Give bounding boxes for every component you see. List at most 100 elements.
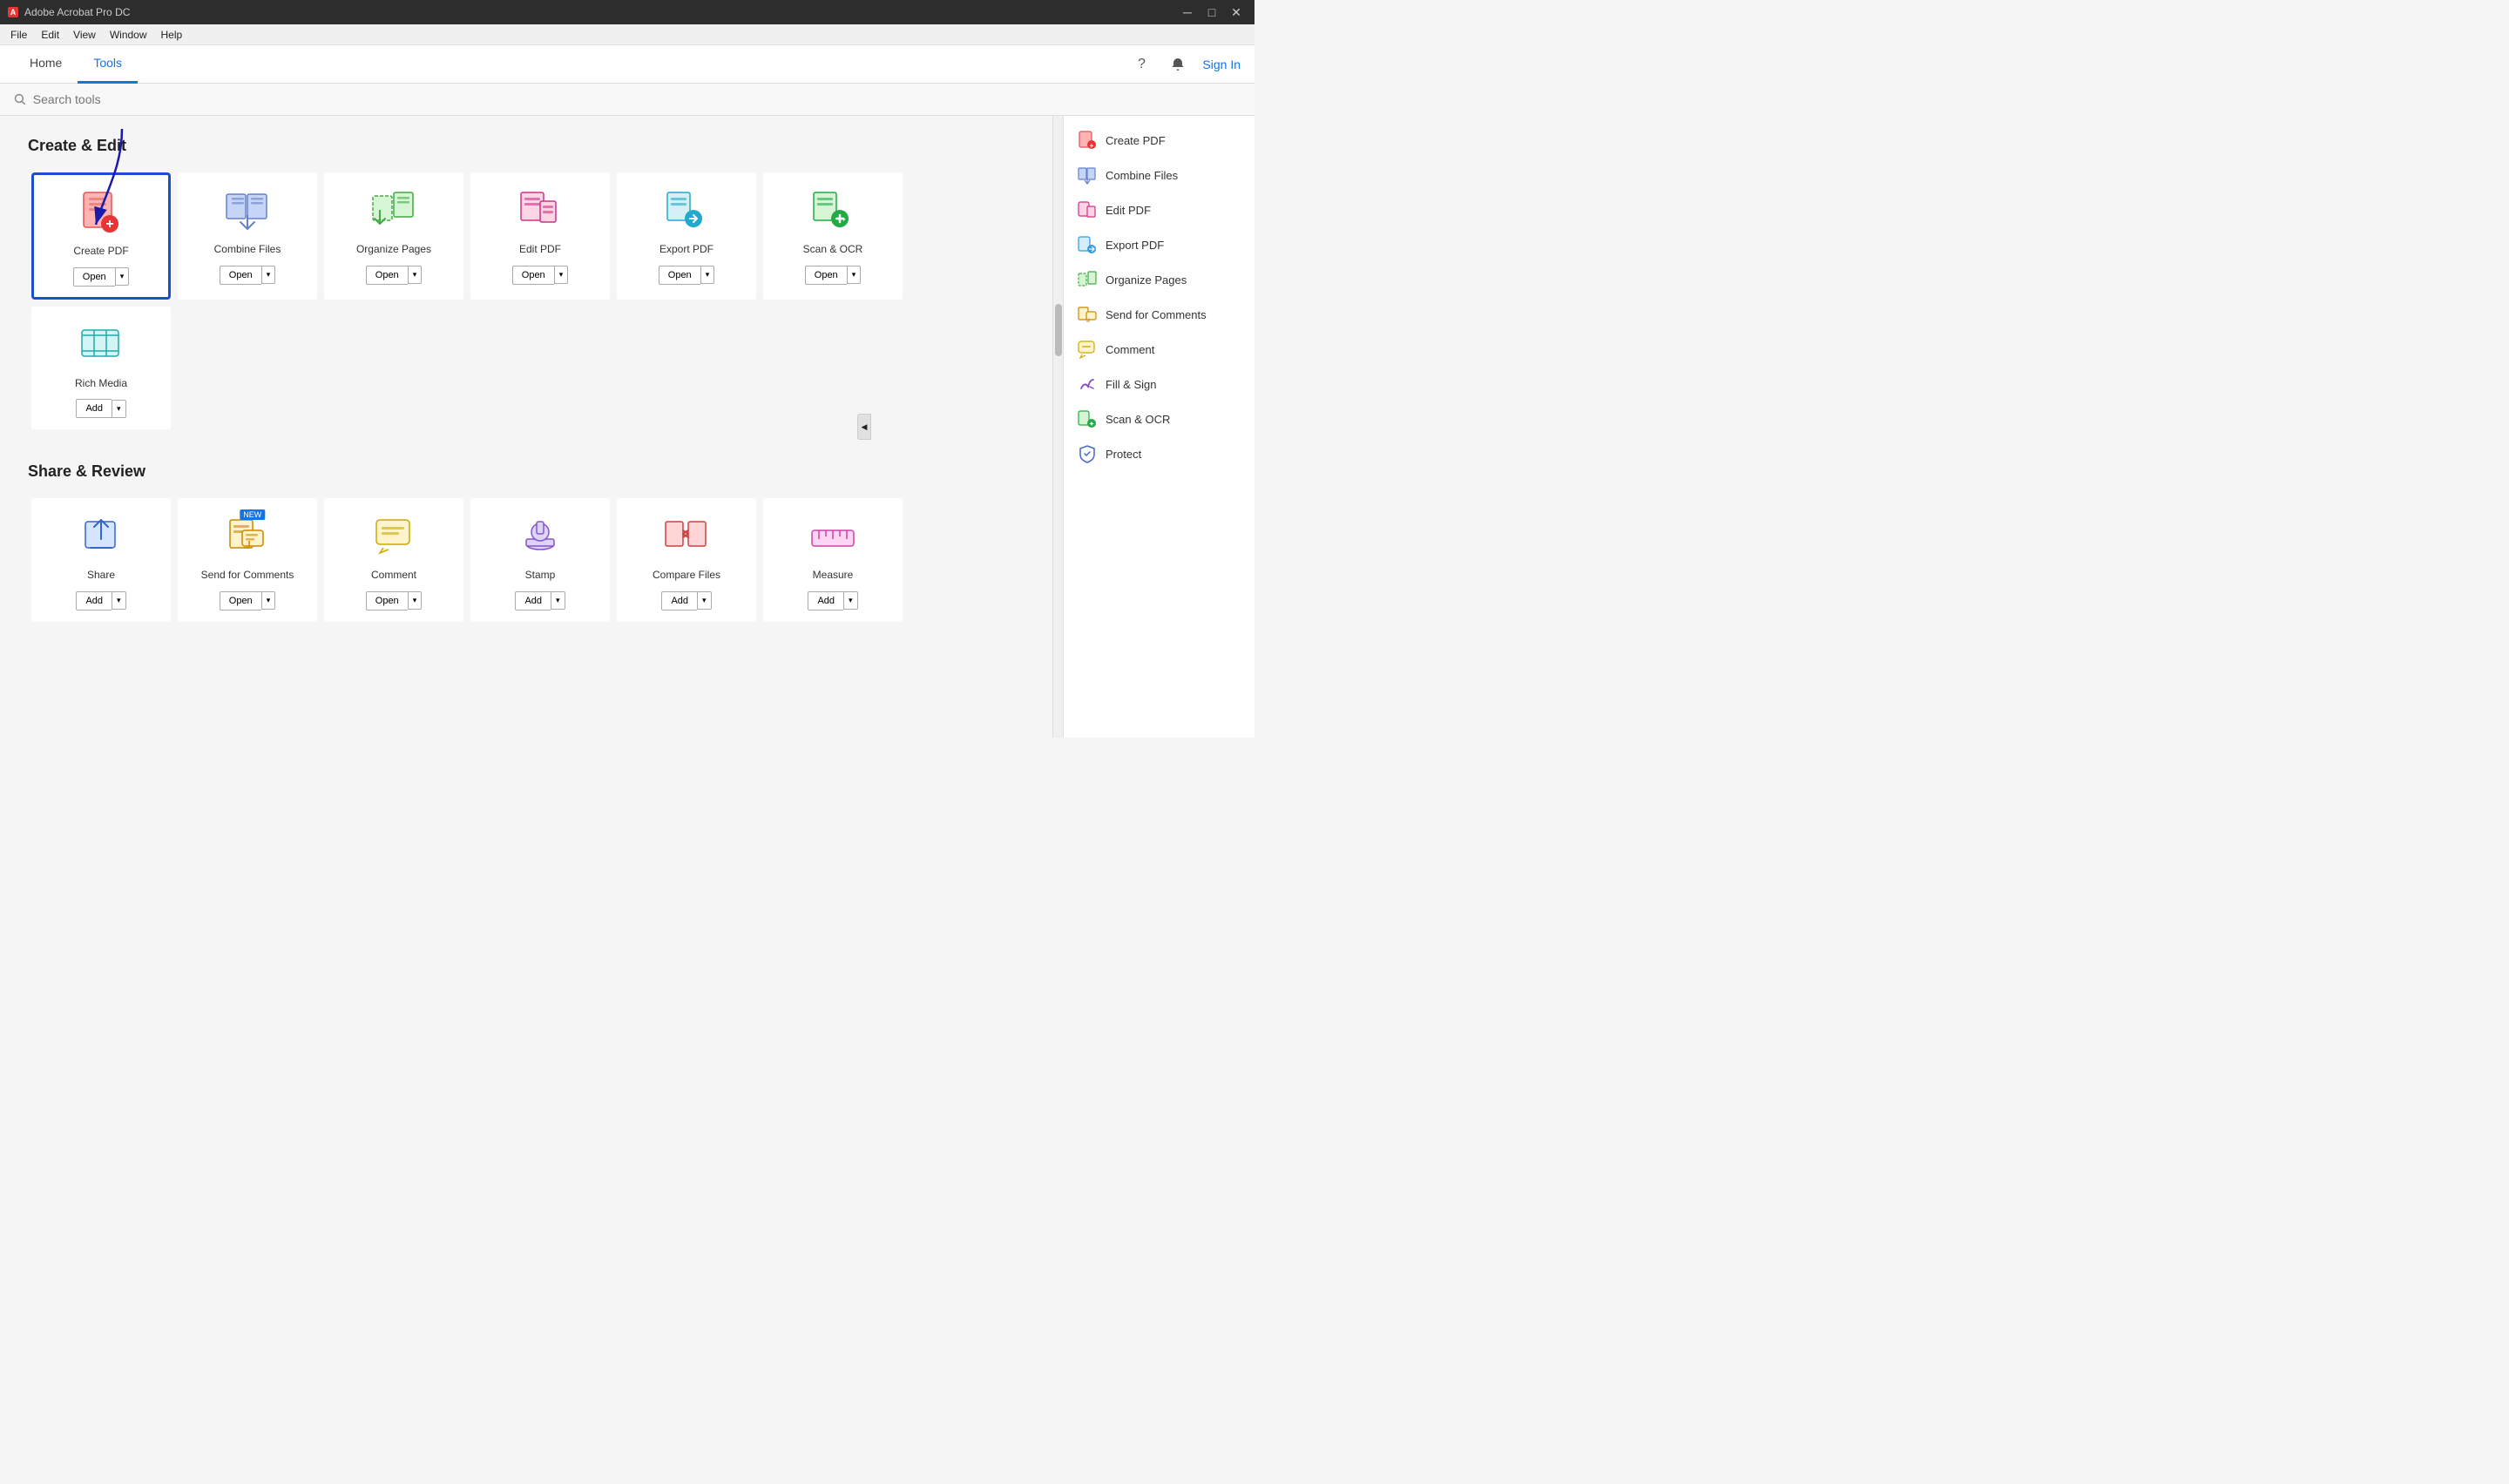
sidebar-item-fill-sign[interactable]: Fill & Sign [1064,367,1254,401]
rich-media-dropdown-button[interactable]: ▾ [112,400,126,418]
rich-media-add-button[interactable]: Add [76,399,112,418]
export-pdf-sidebar-icon [1078,235,1097,254]
menu-view[interactable]: View [66,24,103,45]
edit-pdf-label: Edit PDF [519,243,561,257]
share-review-section: Share & Review Share Add [28,462,1025,629]
collapse-sidebar-button[interactable]: ◀ [857,414,871,440]
share-label: Share [87,569,115,583]
title-bar: A Adobe Acrobat Pro DC ─ □ ✕ [0,0,1254,24]
compare-files-add-button[interactable]: Add [661,591,697,610]
sidebar-item-send-comments[interactable]: Send for Comments [1064,297,1254,332]
sidebar-item-protect[interactable]: Protect [1064,436,1254,471]
fill-sign-sidebar-icon [1078,374,1097,394]
sidebar-item-combine-files[interactable]: Combine Files [1064,158,1254,192]
edit-pdf-open-button[interactable]: Open [512,266,554,285]
menu-window[interactable]: Window [103,24,154,45]
measure-icon [805,513,861,562]
send-comments-icon [220,513,275,562]
sidebar-label-edit-pdf: Edit PDF [1106,204,1151,217]
scan-ocr-open-button[interactable]: Open [805,266,847,285]
create-pdf-dropdown-button[interactable]: ▾ [115,267,130,286]
svg-text:✦: ✦ [1089,421,1094,428]
share-icon [73,513,129,562]
create-pdf-open-button[interactable]: Open [73,267,115,287]
tool-card-scan-ocr: ✦✦ Scan & OCR Open ▾ [763,172,903,300]
sidebar-item-create-pdf[interactable]: + Create PDF [1064,123,1254,158]
tool-card-export-pdf: Export PDF Open ▾ [617,172,756,300]
create-edit-section: Create & Edit + Create PDF [28,137,1025,436]
sidebar-label-organize-pages: Organize Pages [1106,273,1187,287]
tab-home[interactable]: Home [14,45,78,84]
combine-files-dropdown-button[interactable]: ▾ [261,266,276,284]
stamp-dropdown-button[interactable]: ▾ [551,591,565,610]
sidebar-item-comment[interactable]: Comment [1064,332,1254,367]
share-dropdown-button[interactable]: ▾ [112,591,126,610]
search-bar [0,84,1254,116]
organize-pages-sidebar-icon [1078,270,1097,289]
measure-add-button[interactable]: Add [808,591,843,610]
export-pdf-label: Export PDF [659,243,713,257]
share-btn-group: Add ▾ [76,591,125,610]
create-pdf-label: Create PDF [73,245,128,259]
export-pdf-dropdown-button[interactable]: ▾ [700,266,715,284]
search-input[interactable] [33,92,1241,106]
sidebar-item-scan-ocr[interactable]: ✦ Scan & OCR [1064,401,1254,436]
edit-pdf-dropdown-button[interactable]: ▾ [554,266,569,284]
export-pdf-open-button[interactable]: Open [659,266,700,285]
scan-ocr-sidebar-icon: ✦ [1078,409,1097,428]
stamp-icon [512,513,568,562]
organize-pages-dropdown-button[interactable]: ▾ [408,266,423,284]
compare-files-icon [659,513,714,562]
sidebar-item-edit-pdf[interactable]: Edit PDF [1064,192,1254,227]
menu-help[interactable]: Help [154,24,190,45]
edit-pdf-icon [512,187,568,236]
rich-media-btn-group: Add ▾ [76,399,125,418]
search-icon [14,93,26,105]
compare-files-dropdown-button[interactable]: ▾ [697,591,712,610]
export-pdf-icon [659,187,714,236]
protect-sidebar-icon [1078,444,1097,463]
top-nav: Home Tools ? Sign In [0,45,1254,84]
scan-ocr-icon: ✦✦ [805,187,861,236]
combine-files-btn-group: Open ▾ [220,266,275,285]
comment-dropdown-button[interactable]: ▾ [408,591,423,610]
notification-button[interactable] [1166,52,1190,77]
app-title: Adobe Acrobat Pro DC [24,6,130,18]
rich-media-label: Rich Media [75,377,127,391]
share-review-grid: Share Add ▾ NEW [28,498,1025,629]
tab-tools[interactable]: Tools [78,45,138,84]
close-button[interactable]: ✕ [1225,3,1248,21]
comment-btn-group: Open ▾ [366,591,422,610]
measure-dropdown-button[interactable]: ▾ [843,591,858,610]
send-comments-open-button[interactable]: Open [220,591,261,610]
sidebar-item-organize-pages[interactable]: Organize Pages [1064,262,1254,297]
organize-pages-icon [366,187,422,236]
measure-btn-group: Add ▾ [808,591,857,610]
bell-icon [1171,57,1185,71]
send-comments-dropdown-button[interactable]: ▾ [261,591,276,610]
maximize-button[interactable]: □ [1200,3,1223,21]
comment-open-button[interactable]: Open [366,591,408,610]
tool-card-rich-media: Rich Media Add ▾ [31,307,171,430]
menu-file[interactable]: File [3,24,34,45]
organize-pages-btn-group: Open ▾ [366,266,422,285]
comment-label: Comment [371,569,416,583]
scrollbar-track[interactable] [1052,116,1063,738]
help-button[interactable]: ? [1129,52,1153,77]
sidebar-label-scan-ocr: Scan & OCR [1106,413,1170,426]
share-add-button[interactable]: Add [76,591,112,610]
sign-in-button[interactable]: Sign In [1202,57,1241,71]
minimize-button[interactable]: ─ [1176,3,1199,21]
sidebar-item-export-pdf[interactable]: Export PDF [1064,227,1254,262]
combine-files-open-button[interactable]: Open [220,266,261,285]
tool-card-combine-files: Combine Files Open ▾ [178,172,317,300]
scan-ocr-btn-group: Open ▾ [805,266,861,285]
scrollbar-thumb[interactable] [1055,304,1062,356]
send-comments-label: Send for Comments [201,569,294,583]
tool-card-edit-pdf: Edit PDF Open ▾ [470,172,610,300]
organize-pages-open-button[interactable]: Open [366,266,408,285]
sidebar-label-combine-files: Combine Files [1106,169,1178,182]
menu-edit[interactable]: Edit [34,24,66,45]
scan-ocr-dropdown-button[interactable]: ▾ [847,266,862,284]
stamp-add-button[interactable]: Add [515,591,551,610]
